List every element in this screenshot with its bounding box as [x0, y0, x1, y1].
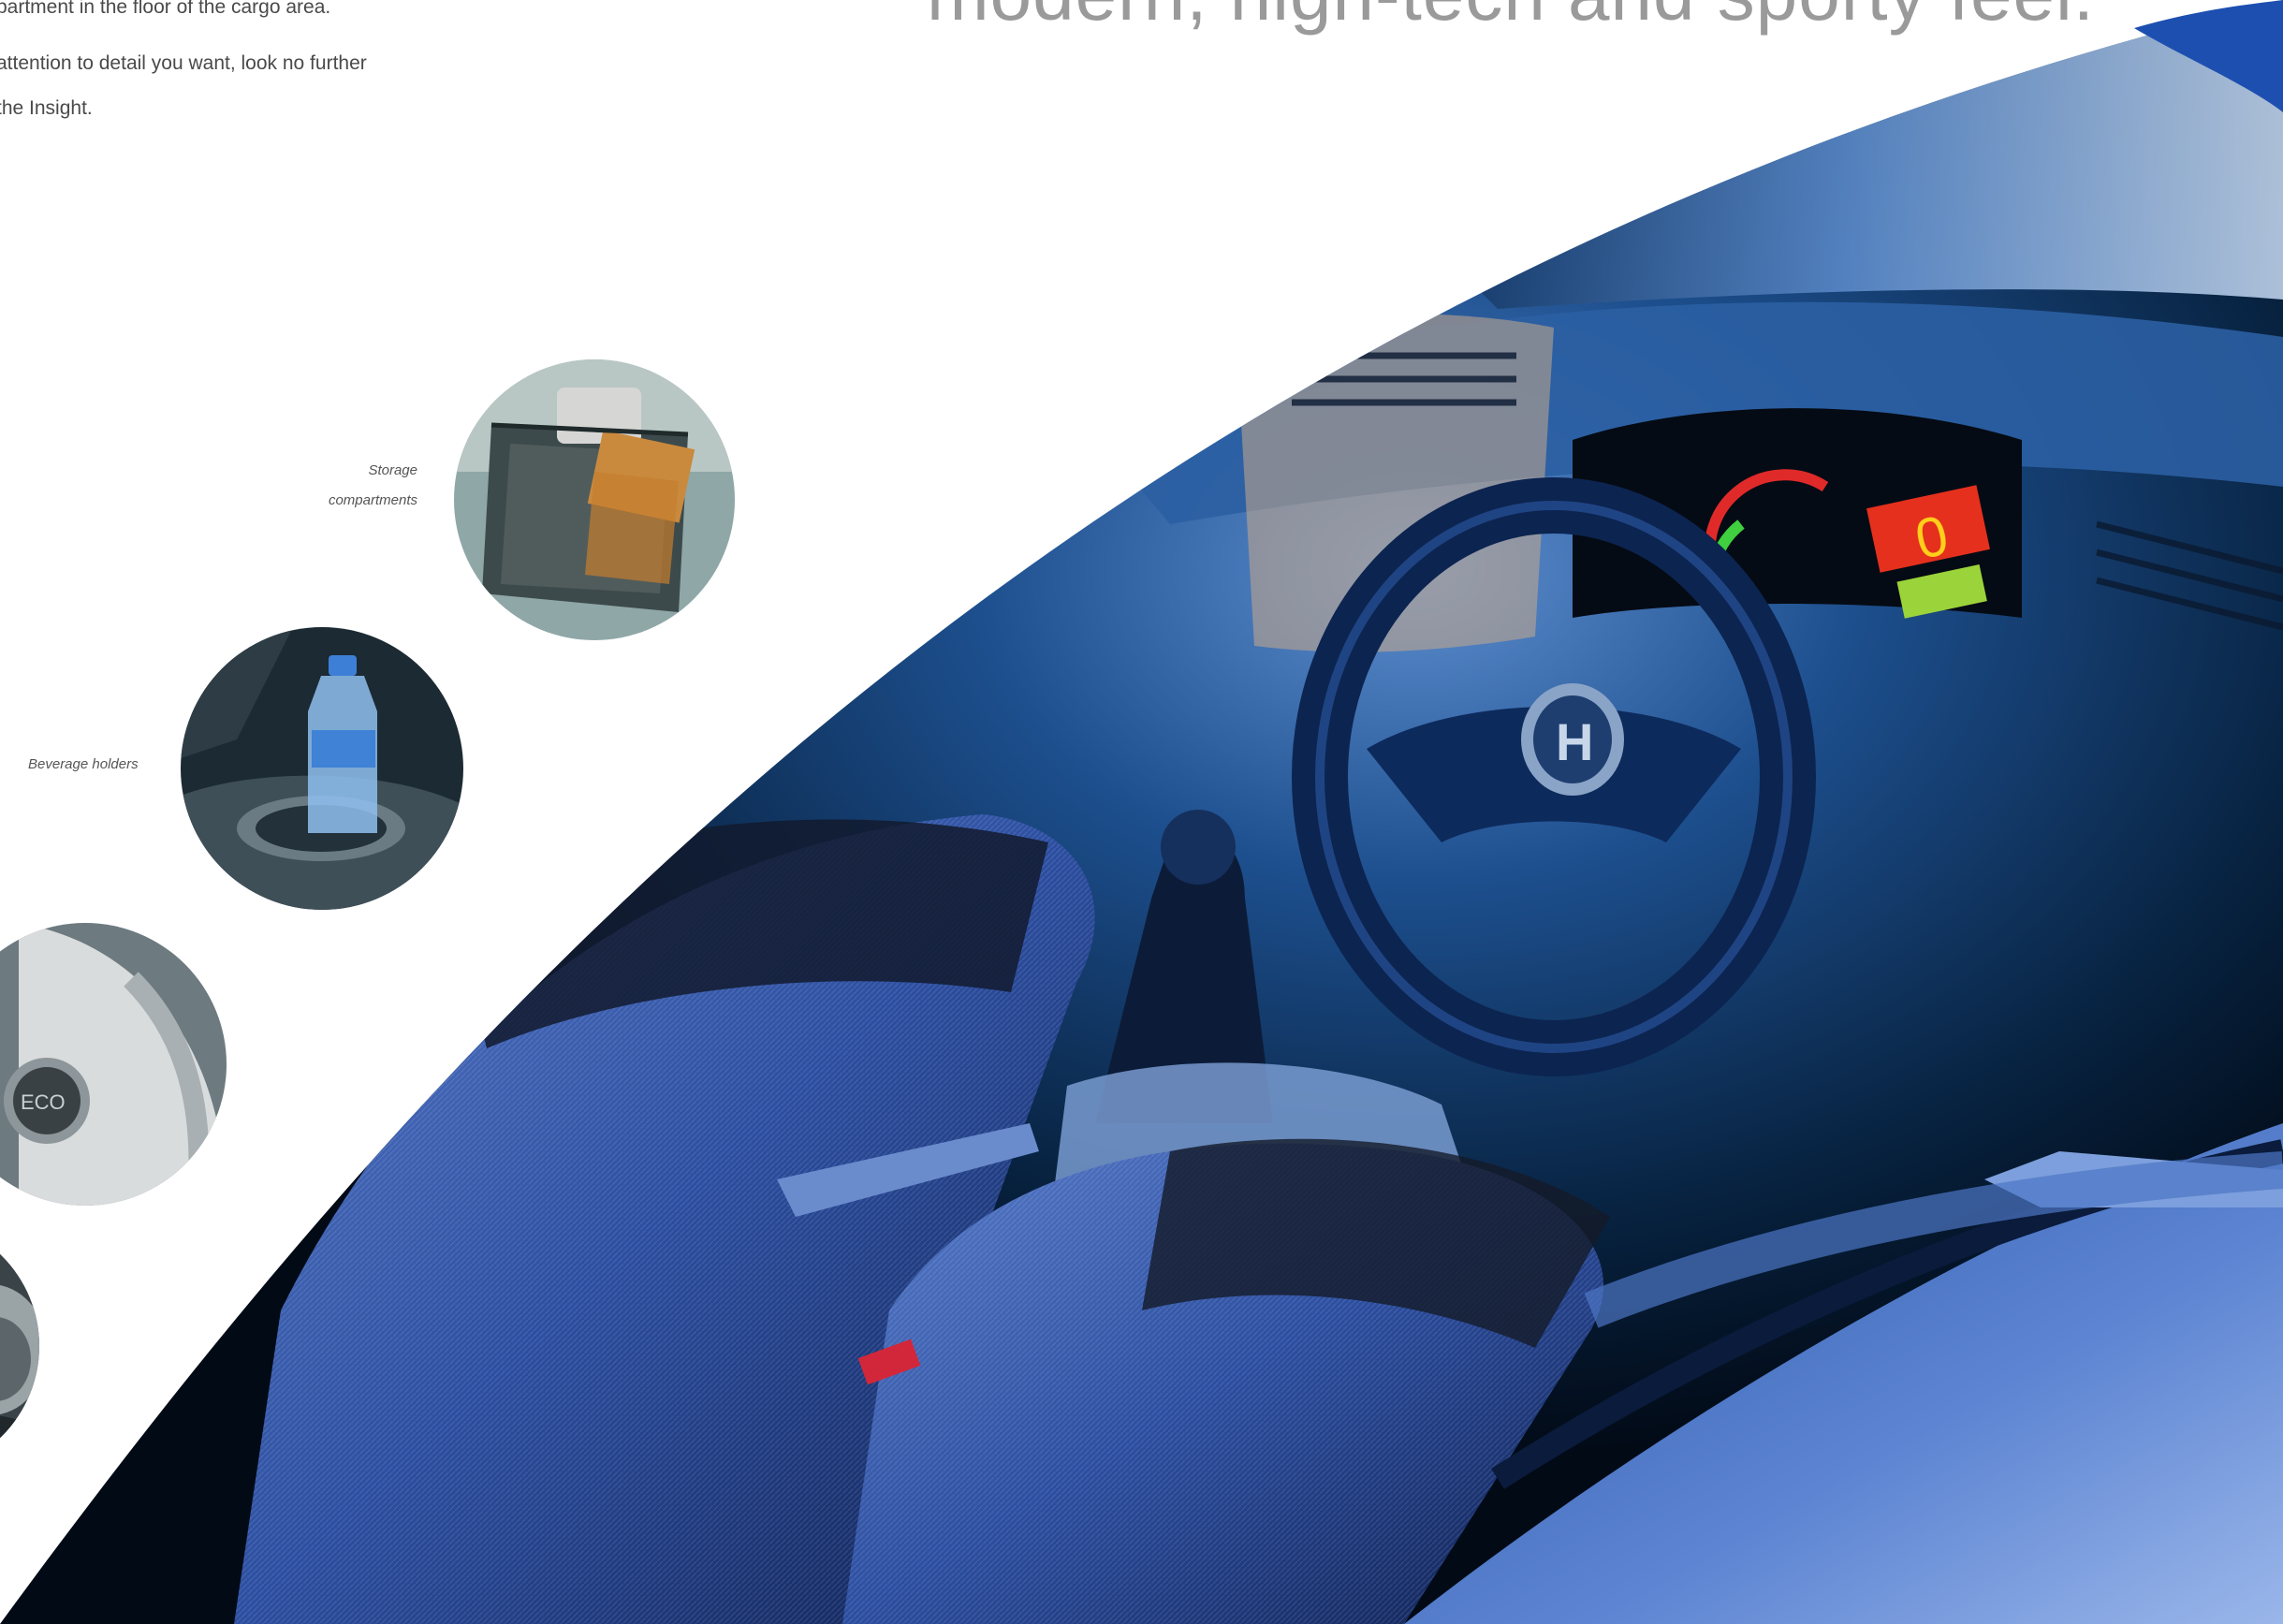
- badge-text: H: [1556, 712, 1593, 771]
- caption-storage-line2: compartments: [328, 492, 417, 508]
- caption-beverage: Beverage holders: [28, 756, 139, 772]
- body-line-1: partment in the floor of the cargo area.: [0, 0, 331, 18]
- beverage-holder-thumb: [181, 627, 463, 910]
- body-line-2: attention to detail you want, look no fu…: [0, 52, 367, 74]
- body-line-3: the Insight.: [0, 97, 93, 119]
- headline: modern, high-tech and sporty feel.: [927, 0, 2095, 37]
- caption-storage-line1: Storage: [368, 462, 417, 478]
- brochure-page: 0 H partment in the floor of the cargo a…: [0, 0, 2283, 1624]
- eco-button-label: ECO: [21, 1090, 66, 1114]
- storage-compartment-thumb: [454, 359, 735, 640]
